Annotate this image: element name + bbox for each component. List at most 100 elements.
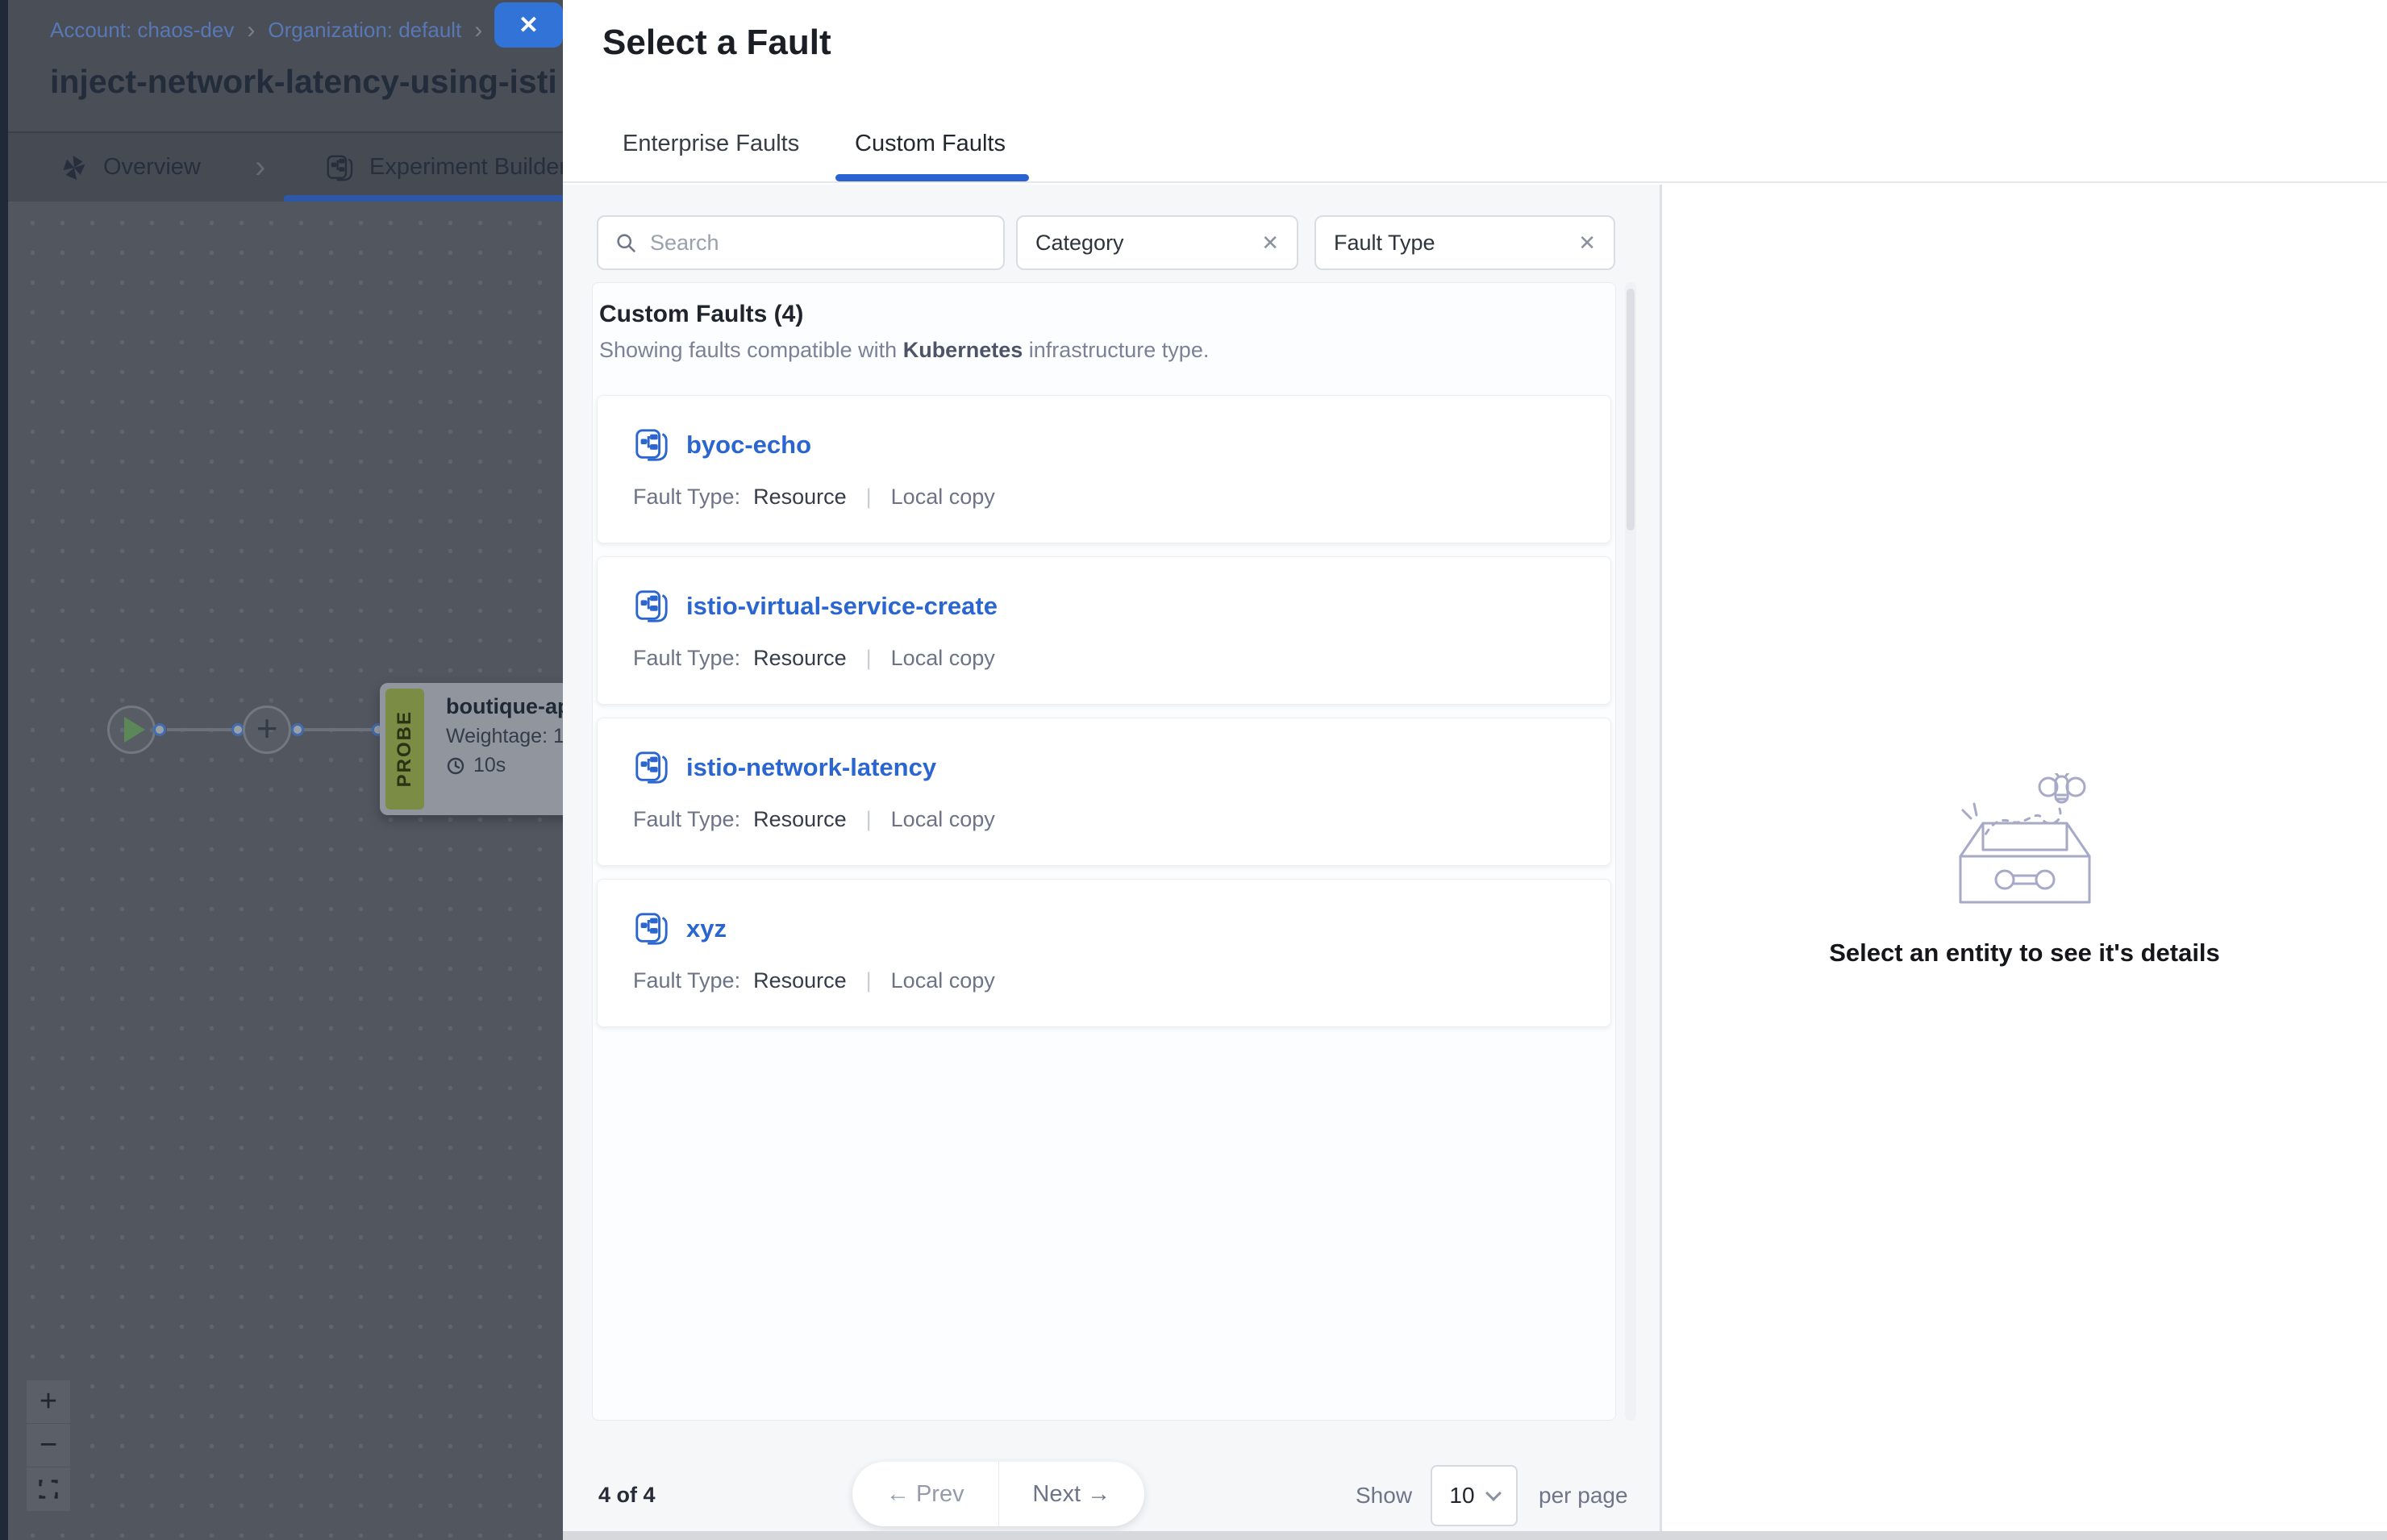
tab-experiment-builder[interactable]: Experiment Builder: [324, 133, 567, 202]
subtitle-prefix: Showing faults compatible with: [599, 338, 903, 362]
fault-name-link[interactable]: byoc-echo: [686, 431, 811, 460]
edge-port[interactable]: [291, 723, 304, 736]
fault-card-istio-network-latency[interactable]: istio-network-latency Fault Type: Resour…: [597, 718, 1611, 866]
select-fault-modal: ✕ Select a Fault Enterprise Faults Custo…: [563, 0, 2387, 1540]
fault-meta: Fault Type: Resource | Local copy: [633, 968, 995, 993]
edge: [167, 728, 235, 731]
fault-type-label: Fault Type:: [633, 485, 740, 510]
tab-enterprise-faults[interactable]: Enterprise Faults: [623, 119, 799, 168]
local-copy-label: Local copy: [891, 485, 995, 510]
fault-node-duration: 10s: [446, 754, 506, 777]
active-modal-tab-indicator: [835, 174, 1029, 181]
breadcrumb-chevron-icon: ›: [474, 20, 482, 41]
fault-meta: Fault Type: Resource | Local copy: [633, 485, 995, 510]
duration-label: 10s: [473, 754, 506, 777]
clock-icon: [446, 756, 465, 776]
local-copy-label: Local copy: [891, 807, 995, 832]
fault-type-value: Resource: [753, 968, 847, 993]
page-size-select[interactable]: 10: [1431, 1465, 1518, 1526]
show-label: Show: [1356, 1483, 1412, 1509]
fault-type-filter-label: Fault Type: [1334, 231, 1435, 256]
active-tab-indicator: [284, 195, 573, 202]
next-page-button[interactable]: Next →: [999, 1462, 1145, 1526]
probe-badge-label: PROBE: [394, 710, 416, 787]
zoom-in-glyph: +: [40, 1384, 57, 1419]
breadcrumb-account-link[interactable]: Account: chaos-dev: [50, 18, 234, 43]
list-scrollbar[interactable]: [1625, 282, 1636, 1421]
modal-header: Select a Fault Enterprise Faults Custom …: [563, 0, 2387, 183]
pagination-bar: 4 of 4 ← Prev Next → Show 10 per page: [563, 1462, 1660, 1534]
tab-custom-faults[interactable]: Custom Faults: [855, 119, 1006, 168]
page-size-value: 10: [1449, 1483, 1474, 1509]
fault-detail-panel: Select an entity to see it's details: [1662, 185, 2387, 1531]
tab-experiment-builder-label: Experiment Builder: [369, 154, 567, 181]
scrollbar-thumb[interactable]: [1627, 289, 1635, 531]
custom-fault-icon: [633, 749, 670, 786]
custom-faults-panel: Custom Faults (4) Showing faults compati…: [592, 282, 1616, 1421]
fullscreen-button[interactable]: [27, 1467, 70, 1511]
add-step-node[interactable]: +: [243, 705, 291, 754]
fault-type-clear-icon[interactable]: ✕: [1578, 231, 1596, 256]
chevron-down-icon: [1485, 1485, 1502, 1501]
fault-card-byoc-echo[interactable]: byoc-echo Fault Type: Resource | Local c…: [597, 395, 1611, 543]
fault-search-box: [597, 215, 1005, 270]
custom-faults-heading: Custom Faults (4): [599, 301, 803, 328]
collapsed-sidenav-strip: [0, 0, 8, 1540]
local-copy-label: Local copy: [891, 646, 995, 671]
tab-enterprise-faults-label: Enterprise Faults: [623, 131, 799, 157]
canvas-zoom-controls: + −: [27, 1380, 70, 1511]
subtitle-infra-type: Kubernetes: [903, 338, 1023, 362]
fault-type-value: Resource: [753, 807, 847, 832]
start-node[interactable]: [107, 705, 156, 754]
edge-port[interactable]: [153, 723, 166, 736]
play-icon: [124, 717, 145, 743]
experiment-builder-icon: [324, 152, 355, 183]
plus-icon: +: [256, 710, 278, 747]
fault-type-value: Resource: [753, 646, 847, 671]
faults-list-column: Category ✕ Fault Type ✕ Custom Faults (4…: [563, 185, 1660, 1540]
prev-page-button[interactable]: ← Prev: [852, 1462, 999, 1526]
breadcrumb-org-link[interactable]: Organization: default: [268, 18, 461, 43]
category-clear-icon[interactable]: ✕: [1261, 231, 1279, 256]
search-icon: [614, 231, 637, 254]
tab-chevron-icon: ›: [255, 133, 265, 202]
fault-card-xyz[interactable]: xyz Fault Type: Resource | Local copy: [597, 879, 1611, 1027]
fault-type-label: Fault Type:: [633, 807, 740, 832]
fault-card-istio-virtual-service-create[interactable]: istio-virtual-service-create Fault Type:…: [597, 556, 1611, 705]
custom-faults-subtitle: Showing faults compatible with Kubernete…: [599, 338, 1209, 363]
fault-name-link[interactable]: istio-virtual-service-create: [686, 592, 998, 621]
app-root: Account: chaos-dev › Organization: defau…: [0, 0, 2387, 1540]
tab-overview-label: Overview: [103, 154, 201, 181]
fault-type-value: Resource: [753, 485, 847, 510]
meta-divider: |: [860, 485, 878, 510]
fault-name-link[interactable]: xyz: [686, 914, 727, 943]
custom-fault-icon: [633, 427, 670, 464]
tab-overview[interactable]: Overview: [60, 133, 201, 202]
edge: [304, 728, 372, 731]
pagination-pill: ← Prev Next →: [852, 1462, 1144, 1526]
modal-bottom-edge: [563, 1531, 2387, 1540]
probe-badge: PROBE: [385, 689, 424, 810]
pagination-count: 4 of 4: [598, 1483, 656, 1508]
modal-close-button[interactable]: ✕: [494, 2, 563, 48]
zoom-out-button[interactable]: −: [27, 1424, 70, 1467]
experiment-title: inject-network-latency-using-isti: [50, 63, 557, 101]
empty-box-illustration: [1940, 773, 2110, 915]
zoom-in-button[interactable]: +: [27, 1380, 70, 1424]
category-filter[interactable]: Category ✕: [1016, 215, 1298, 270]
empty-state: Select an entity to see it's details: [1662, 773, 2387, 968]
search-input[interactable]: [648, 230, 987, 256]
per-page-label: per page: [1539, 1483, 1628, 1509]
fault-type-filter[interactable]: Fault Type ✕: [1314, 215, 1615, 270]
close-icon: ✕: [519, 11, 539, 40]
empty-state-text: Select an entity to see it's details: [1662, 939, 2387, 968]
breadcrumb: Account: chaos-dev › Organization: defau…: [50, 18, 510, 43]
fault-name-link[interactable]: istio-network-latency: [686, 753, 936, 782]
fault-type-label: Fault Type:: [633, 968, 740, 993]
meta-divider: |: [860, 646, 878, 671]
fault-meta: Fault Type: Resource | Local copy: [633, 807, 995, 832]
breadcrumb-chevron-icon: ›: [247, 20, 255, 41]
fault-type-label: Fault Type:: [633, 646, 740, 671]
overview-pinwheel-icon: [60, 153, 89, 182]
meta-divider: |: [860, 968, 878, 993]
